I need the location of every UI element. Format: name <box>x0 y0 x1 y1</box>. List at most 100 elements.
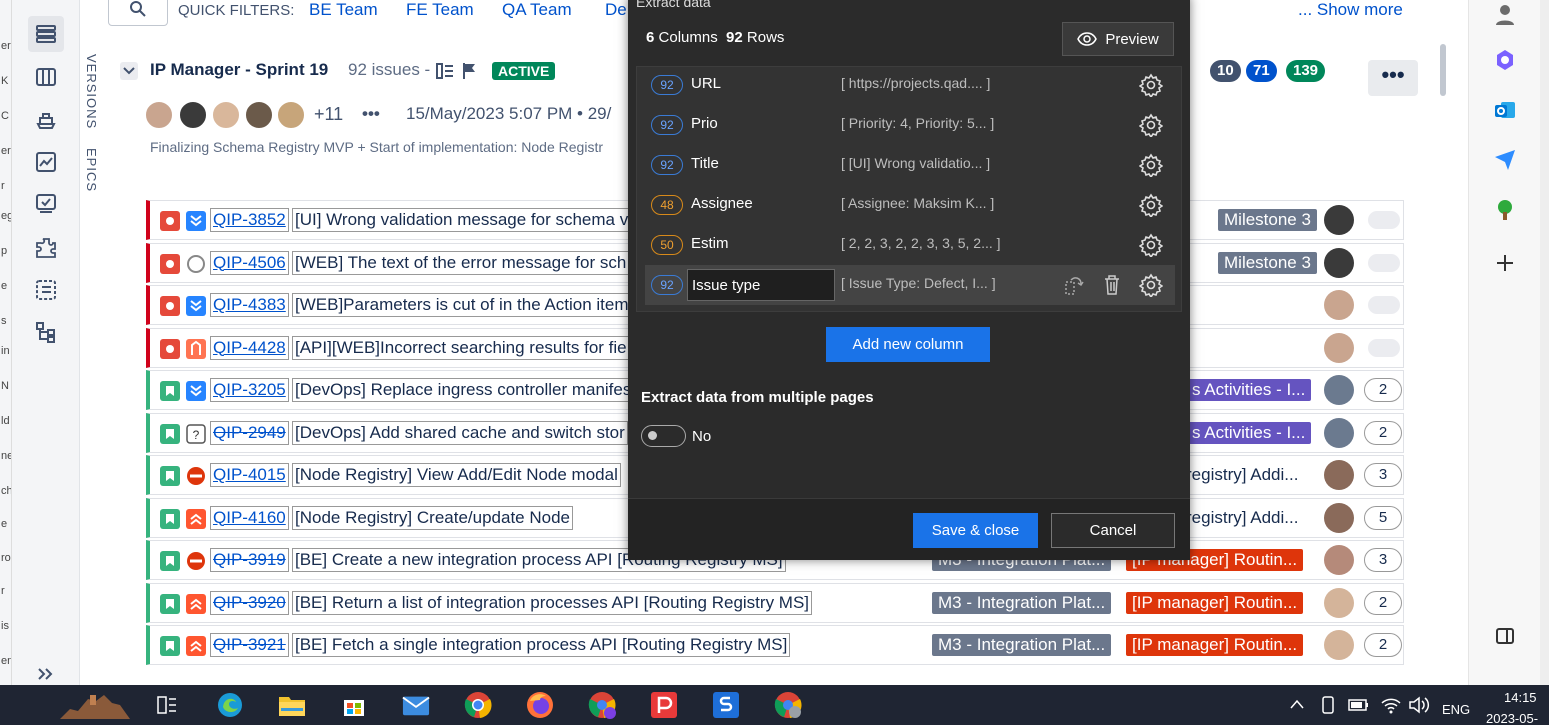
issue-key-link[interactable]: QIP-2949 <box>210 420 289 445</box>
chrome-icon[interactable] <box>464 691 492 719</box>
hierarchy-icon[interactable] <box>28 314 64 350</box>
issue-summary[interactable]: [API][WEB]Incorrect searching results fo… <box>292 335 630 360</box>
issue-key-link[interactable]: QIP-3205 <box>210 378 289 402</box>
assignee-avatar[interactable] <box>1324 205 1354 235</box>
chrome-profile-icon[interactable] <box>588 691 616 719</box>
more-avatars[interactable]: +11 <box>314 104 343 125</box>
issue-key-link[interactable]: QIP-4015 <box>210 463 289 487</box>
collapse-toggle[interactable] <box>120 62 138 80</box>
filter-de[interactable]: De <box>605 0 627 20</box>
gear-icon[interactable] <box>1139 153 1163 177</box>
issue-row[interactable]: QIP-3921 [BE] Fetch a single integration … <box>146 625 1404 665</box>
avatar[interactable] <box>144 100 174 130</box>
issue-key-link[interactable]: QIP-4428 <box>210 335 289 360</box>
avatars-more-icon[interactable]: ••• <box>362 104 380 124</box>
assignee-avatar[interactable] <box>1324 332 1354 363</box>
gear-icon[interactable] <box>1139 233 1163 257</box>
issue-key-link[interactable]: QIP-3919 <box>210 548 289 572</box>
mail-icon[interactable] <box>402 691 430 719</box>
assignee-avatar[interactable] <box>1324 417 1354 448</box>
version-label[interactable]: [IP manager] Routin... <box>1126 634 1304 656</box>
column-row[interactable]: 48 Assignee [ Assignee: Maksim K... ] <box>645 185 1175 225</box>
version-label[interactable]: [IP manager] Routin... <box>1126 591 1304 614</box>
releases-icon[interactable] <box>28 102 64 138</box>
delete-icon[interactable] <box>1102 274 1122 296</box>
issue-summary[interactable]: [WEB]Parameters is cut of in the Action … <box>292 293 632 317</box>
file-explorer-icon[interactable] <box>278 691 306 719</box>
transform-icon[interactable] <box>1063 274 1085 296</box>
issue-summary[interactable]: [DevOps] Replace ingress controller mani… <box>292 378 635 402</box>
version-label[interactable]: registry] Addi... <box>1180 464 1304 486</box>
assignee-avatar[interactable] <box>1324 502 1354 533</box>
presentation-app-icon[interactable] <box>650 691 678 719</box>
issue-row[interactable]: QIP-3920 [BE] Return a list of integratio… <box>146 582 1404 623</box>
issue-key-link[interactable]: QIP-4506 <box>210 250 289 275</box>
checklist-icon[interactable] <box>28 272 64 308</box>
filter-be-team[interactable]: BE Team <box>309 0 378 20</box>
issue-key-link[interactable]: QIP-4160 <box>210 505 289 530</box>
sprint-more-button[interactable]: ••• <box>1368 60 1418 96</box>
issue-key-link[interactable]: QIP-3920 <box>210 590 289 615</box>
assignee-avatar[interactable] <box>1324 630 1354 660</box>
milestone-label[interactable]: Milestone 3 <box>1218 209 1317 231</box>
version-label[interactable]: s Activities - I... <box>1186 379 1312 401</box>
epic-label[interactable]: M3 - Integration Plat... <box>932 634 1112 656</box>
assignee-avatar[interactable] <box>1324 545 1354 575</box>
assignee-avatar[interactable] <box>1324 375 1354 405</box>
tree-icon[interactable] <box>1491 196 1519 224</box>
column-row[interactable]: 50 Estim [ 2, 2, 3, 2, 2, 3, 3, 5, 2... ] <box>645 225 1175 265</box>
avatar[interactable] <box>211 100 241 130</box>
store-icon[interactable] <box>340 691 368 719</box>
edge-icon[interactable] <box>216 691 244 719</box>
column-row[interactable]: 92 URL [ https://projects.qad.... ] <box>645 65 1175 105</box>
assignee-avatar[interactable] <box>1324 460 1354 490</box>
milestone-label[interactable]: Milestone 3 <box>1218 251 1317 274</box>
filter-fe-team[interactable]: FE Team <box>406 0 474 20</box>
preview-button[interactable]: Preview <box>1062 22 1174 56</box>
multi-pages-toggle[interactable] <box>641 425 686 447</box>
gear-icon[interactable] <box>1139 73 1163 97</box>
board-view-icon[interactable] <box>436 62 454 80</box>
avatar[interactable] <box>276 100 306 130</box>
version-label[interactable]: registry] Addi... <box>1180 507 1304 529</box>
gear-icon[interactable] <box>1139 273 1163 297</box>
issues-icon[interactable] <box>28 186 64 222</box>
gear-icon[interactable] <box>1139 193 1163 217</box>
wifi-icon[interactable] <box>1380 696 1402 714</box>
assignee-avatar[interactable] <box>1324 587 1354 618</box>
copilot-icon[interactable] <box>1491 46 1519 74</box>
volume-icon[interactable] <box>1408 696 1430 714</box>
add-column-button[interactable]: Add new column <box>826 327 990 362</box>
search-button[interactable] <box>108 0 168 26</box>
app-blue-icon[interactable] <box>712 691 740 719</box>
assignee-avatar[interactable] <box>1324 247 1354 278</box>
tab-epics[interactable]: EPICS <box>84 148 99 192</box>
chevron-up-icon[interactable] <box>1290 699 1304 709</box>
profile-icon[interactable] <box>1491 0 1519 28</box>
issue-summary[interactable]: [BE] Fetch a single integration process … <box>292 633 791 657</box>
column-row[interactable]: 92 Prio [ Priority: 4, Priority: 5... ] <box>645 105 1175 145</box>
avatar[interactable] <box>244 100 274 130</box>
column-row-editing[interactable]: 92 [ Issue Type: Defect, I... ] <box>645 265 1175 305</box>
issue-summary[interactable]: [WEB] The text of the error message for … <box>292 250 630 275</box>
board-icon[interactable] <box>28 59 64 95</box>
scrollbar-thumb[interactable] <box>1440 44 1446 96</box>
column-row[interactable]: 92 Title [ [UI] Wrong validatio... ] <box>645 145 1175 185</box>
add-icon[interactable] <box>1491 249 1519 277</box>
cancel-button[interactable]: Cancel <box>1051 513 1175 548</box>
issue-key-link[interactable]: QIP-3852 <box>210 208 289 232</box>
issue-summary[interactable]: [UI] Wrong validation message for schema… <box>292 208 632 232</box>
save-close-button[interactable]: Save & close <box>913 513 1038 548</box>
issue-summary[interactable]: [Node Registry] Create/update Node <box>292 505 573 530</box>
clock-time[interactable]: 14:15 <box>1504 690 1537 705</box>
avatar[interactable] <box>178 100 208 130</box>
show-more-link[interactable]: ... Show more <box>1298 0 1403 20</box>
issue-summary[interactable]: [Node Registry] View Add/Edit Node modal <box>292 463 621 487</box>
filter-qa-team[interactable]: QA Team <box>502 0 572 20</box>
firefox-icon[interactable] <box>526 691 554 719</box>
version-label[interactable]: s Activities - I... <box>1186 421 1312 444</box>
epic-label[interactable]: M3 - Integration Plat... <box>932 591 1112 614</box>
clock-date[interactable]: 2023-05- <box>1486 711 1538 726</box>
expand-sidebar-icon[interactable] <box>28 664 64 684</box>
reports-icon[interactable] <box>28 144 64 180</box>
